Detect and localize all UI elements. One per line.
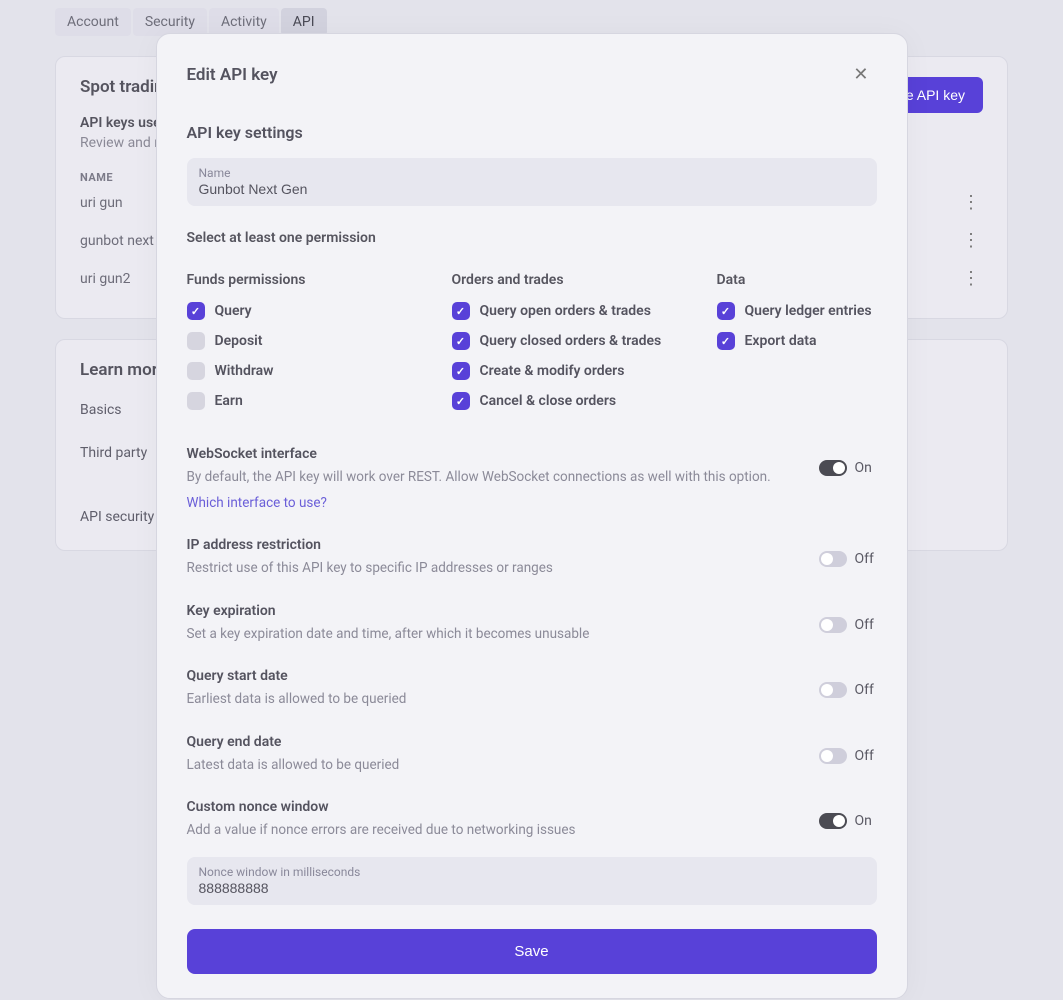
toggle-state-label: Off — [855, 748, 877, 764]
perm-column-title: Data — [717, 272, 877, 288]
perm-checkbox-item[interactable]: ✓ Create & modify orders — [452, 362, 707, 380]
api-settings-heading: API key settings — [187, 123, 877, 142]
checkbox-checked-icon[interactable]: ✓ — [452, 332, 470, 350]
setting-row-qstart: Query start date Earliest data is allowed… — [187, 668, 877, 710]
perm-label: Query open orders & trades — [480, 303, 651, 319]
perm-checkbox-item[interactable]: Withdraw — [187, 362, 442, 380]
setting-desc: Set a key expiration date and time, afte… — [187, 625, 799, 645]
checkbox-checked-icon[interactable]: ✓ — [717, 332, 735, 350]
tab-activity[interactable]: Activity — [209, 8, 279, 36]
perm-label: Cancel & close orders — [480, 393, 617, 409]
setting-desc: Earliest data is allowed to be queried — [187, 690, 799, 710]
tab-security[interactable]: Security — [133, 8, 207, 36]
perm-column-title: Funds permissions — [187, 272, 442, 288]
perm-checkbox-item[interactable]: ✓ Cancel & close orders — [452, 392, 707, 410]
setting-title: Query end date — [187, 734, 799, 750]
modal-title: Edit API key — [187, 65, 278, 85]
setting-title: Query start date — [187, 668, 799, 684]
name-input-wrap[interactable]: Name — [187, 158, 877, 206]
overflow-menu-icon[interactable]: ⋮ — [959, 200, 983, 206]
perm-column-title: Orders and trades — [452, 272, 707, 288]
checkbox-unchecked-icon[interactable] — [187, 392, 205, 410]
setting-row-ip: IP address restriction Restrict use of th… — [187, 537, 877, 579]
checkbox-checked-icon[interactable]: ✓ — [452, 392, 470, 410]
perm-label: Withdraw — [215, 363, 274, 379]
checkbox-checked-icon[interactable]: ✓ — [187, 302, 205, 320]
toggle-state-label: Off — [855, 682, 877, 698]
perm-label: Earn — [215, 393, 243, 409]
toggle-ip[interactable] — [819, 551, 847, 567]
perm-checkbox-item[interactable]: Deposit — [187, 332, 442, 350]
setting-desc: By default, the API key will work over R… — [187, 468, 799, 488]
overflow-menu-icon[interactable]: ⋮ — [959, 276, 983, 282]
setting-title: Key expiration — [187, 603, 799, 619]
perm-label: Query closed orders & trades — [480, 333, 662, 349]
perm-checkbox-item[interactable]: ✓ Query ledger entries — [717, 302, 877, 320]
close-icon[interactable]: ✕ — [845, 60, 876, 89]
checkbox-checked-icon[interactable]: ✓ — [452, 362, 470, 380]
checkbox-unchecked-icon[interactable] — [187, 362, 205, 380]
setting-row-nonce: Custom nonce window Add a value if nonce … — [187, 799, 877, 841]
toggle-exp[interactable] — [819, 617, 847, 633]
toggle-state-label: Off — [855, 617, 877, 633]
tab-api[interactable]: API — [281, 8, 327, 36]
setting-desc: Latest data is allowed to be queried — [187, 756, 799, 776]
perm-checkbox-item[interactable]: ✓ Query open orders & trades — [452, 302, 707, 320]
toggle-ws[interactable] — [819, 460, 847, 476]
perm-label: Query — [215, 303, 252, 319]
setting-desc: Add a value if nonce errors are received… — [187, 821, 799, 841]
tab-account[interactable]: Account — [55, 8, 131, 36]
toggle-state-label: On — [855, 813, 877, 829]
overflow-menu-icon[interactable]: ⋮ — [959, 238, 983, 244]
setting-row-qend: Query end date Latest data is allowed to … — [187, 734, 877, 776]
setting-desc: Restrict use of this API key to specific… — [187, 559, 799, 579]
permission-prompt: Select at least one permission — [187, 230, 877, 246]
perm-checkbox-item[interactable]: Earn — [187, 392, 442, 410]
setting-title: IP address restriction — [187, 537, 799, 553]
perm-checkbox-item[interactable]: ✓ Query — [187, 302, 442, 320]
toggle-qstart[interactable] — [819, 682, 847, 698]
name-input[interactable] — [199, 181, 865, 197]
nonce-label: Nonce window in milliseconds — [199, 865, 865, 879]
toggle-state-label: On — [855, 460, 877, 476]
checkbox-unchecked-icon[interactable] — [187, 332, 205, 350]
toggle-qend[interactable] — [819, 748, 847, 764]
toggle-state-label: Off — [855, 551, 877, 567]
nonce-input[interactable] — [199, 880, 865, 896]
checkbox-checked-icon[interactable]: ✓ — [452, 302, 470, 320]
edit-api-key-modal: Edit API key ✕ API key settings Name Sel… — [156, 33, 908, 999]
perm-column: Orders and trades ✓ Query open orders & tr… — [452, 272, 707, 422]
settings-tabs: Account Security Activity API — [55, 8, 1008, 36]
perm-label: Create & modify orders — [480, 363, 625, 379]
setting-title: Custom nonce window — [187, 799, 799, 815]
perm-label: Query ledger entries — [745, 303, 872, 319]
setting-title: WebSocket interface — [187, 446, 799, 462]
setting-row-ws: WebSocket interface By default, the API k… — [187, 446, 877, 513]
checkbox-checked-icon[interactable]: ✓ — [717, 302, 735, 320]
perm-column: Funds permissions ✓ Query Deposit Withdraw Ea… — [187, 272, 442, 422]
save-button[interactable]: Save — [187, 929, 877, 974]
perm-column: Data ✓ Query ledger entries ✓ Export data — [717, 272, 877, 422]
perm-label: Deposit — [215, 333, 263, 349]
toggle-nonce[interactable] — [819, 813, 847, 829]
name-label: Name — [199, 166, 865, 180]
setting-link[interactable]: Which interface to use? — [187, 494, 799, 514]
perm-checkbox-item[interactable]: ✓ Query closed orders & trades — [452, 332, 707, 350]
setting-row-exp: Key expiration Set a key expiration date … — [187, 603, 877, 645]
perm-checkbox-item[interactable]: ✓ Export data — [717, 332, 877, 350]
perm-label: Export data — [745, 333, 817, 349]
nonce-input-wrap[interactable]: Nonce window in milliseconds — [187, 857, 877, 905]
